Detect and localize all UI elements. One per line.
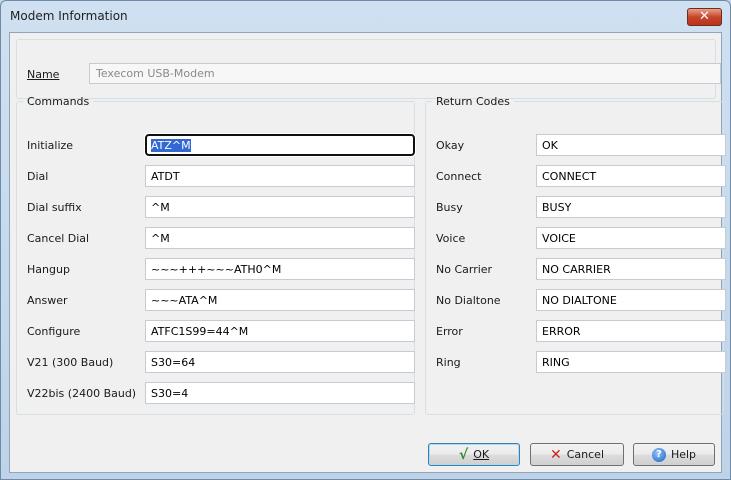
title-bar[interactable]: Modem Information ✕ bbox=[1, 1, 730, 31]
command-row-initialize: Initialize bbox=[27, 133, 416, 157]
command-row-hangup: Hangup bbox=[27, 258, 415, 280]
no-dialtone-input[interactable] bbox=[536, 289, 726, 311]
v22bis-input[interactable] bbox=[145, 382, 415, 404]
cancel-x-icon: ✕ bbox=[550, 446, 562, 463]
voice-input[interactable] bbox=[536, 227, 726, 249]
dial-suffix-input[interactable] bbox=[145, 196, 415, 218]
cancel-dial-label: Cancel Dial bbox=[27, 232, 90, 245]
ok-button-label: OK bbox=[473, 448, 490, 461]
connect-label: Connect bbox=[436, 170, 482, 183]
help-button-label: Help bbox=[670, 448, 697, 461]
return-row-okay: Okay bbox=[436, 134, 726, 156]
modem-information-dialog: Modem Information ✕ Name Commands Initia… bbox=[0, 0, 731, 480]
return-row-connect: Connect bbox=[436, 165, 726, 187]
command-row-dial: Dial bbox=[27, 165, 415, 187]
connect-input[interactable] bbox=[536, 165, 726, 187]
return-row-no-dialtone: No Dialtone bbox=[436, 289, 726, 311]
return-row-busy: Busy bbox=[436, 196, 726, 218]
commands-group: Commands Initialize Dial Dial suffix Can… bbox=[16, 95, 416, 415]
dial-label: Dial bbox=[27, 170, 49, 183]
dial-input[interactable] bbox=[145, 165, 415, 187]
commands-legend: Commands bbox=[27, 95, 90, 108]
command-row-dial-suffix: Dial suffix bbox=[27, 196, 415, 218]
voice-label: Voice bbox=[436, 232, 466, 245]
name-section: Name bbox=[16, 39, 721, 99]
okay-input[interactable] bbox=[536, 134, 726, 156]
command-row-answer: Answer bbox=[27, 289, 415, 311]
no-carrier-input[interactable] bbox=[536, 258, 726, 280]
busy-label: Busy bbox=[436, 201, 463, 214]
ring-input[interactable] bbox=[536, 351, 726, 373]
help-button[interactable]: ? Help bbox=[633, 443, 715, 466]
checkmark-icon: √ bbox=[458, 446, 469, 463]
name-label: Name bbox=[27, 68, 59, 81]
no-carrier-label: No Carrier bbox=[436, 263, 493, 276]
return-codes-legend: Return Codes bbox=[436, 95, 510, 108]
v22bis-label: V22bis (2400 Baud) bbox=[27, 387, 137, 400]
busy-input[interactable] bbox=[536, 196, 726, 218]
return-row-no-carrier: No Carrier bbox=[436, 258, 726, 280]
error-label: Error bbox=[436, 325, 463, 338]
v21-label: V21 (300 Baud) bbox=[27, 356, 114, 369]
dialog-body: Name Commands Initialize Dial Dial suffi… bbox=[9, 32, 726, 473]
cancel-button-label: Cancel bbox=[566, 448, 604, 461]
help-icon: ? bbox=[651, 447, 666, 462]
window-title: Modem Information bbox=[10, 9, 128, 23]
configure-label: Configure bbox=[27, 325, 81, 338]
configure-input[interactable] bbox=[145, 320, 415, 342]
command-row-v21: V21 (300 Baud) bbox=[27, 351, 415, 373]
cancel-dial-input[interactable] bbox=[145, 227, 415, 249]
cancel-button[interactable]: ✕ Cancel bbox=[530, 443, 624, 466]
initialize-label: Initialize bbox=[27, 139, 74, 152]
okay-label: Okay bbox=[436, 139, 465, 152]
close-button[interactable]: ✕ bbox=[687, 8, 722, 26]
hangup-label: Hangup bbox=[27, 263, 70, 276]
dial-suffix-label: Dial suffix bbox=[27, 201, 82, 214]
v21-input[interactable] bbox=[145, 351, 415, 373]
command-row-cancel-dial: Cancel Dial bbox=[27, 227, 415, 249]
initialize-input[interactable] bbox=[144, 133, 416, 157]
ring-label: Ring bbox=[436, 356, 461, 369]
error-input[interactable] bbox=[536, 320, 726, 342]
command-row-configure: Configure bbox=[27, 320, 415, 342]
return-row-voice: Voice bbox=[436, 227, 726, 249]
no-dialtone-label: No Dialtone bbox=[436, 294, 501, 307]
ok-button[interactable]: √ OK bbox=[428, 443, 520, 466]
close-icon: ✕ bbox=[699, 9, 710, 24]
command-row-v22bis: V22bis (2400 Baud) bbox=[27, 382, 415, 404]
answer-label: Answer bbox=[27, 294, 68, 307]
name-input[interactable] bbox=[89, 63, 721, 84]
hangup-input[interactable] bbox=[145, 258, 415, 280]
return-row-error: Error bbox=[436, 320, 726, 342]
return-row-ring: Ring bbox=[436, 351, 726, 373]
name-label-text: Name bbox=[27, 68, 60, 81]
answer-input[interactable] bbox=[145, 289, 415, 311]
return-codes-group: Return Codes Okay Connect Busy Voice No … bbox=[425, 95, 726, 415]
